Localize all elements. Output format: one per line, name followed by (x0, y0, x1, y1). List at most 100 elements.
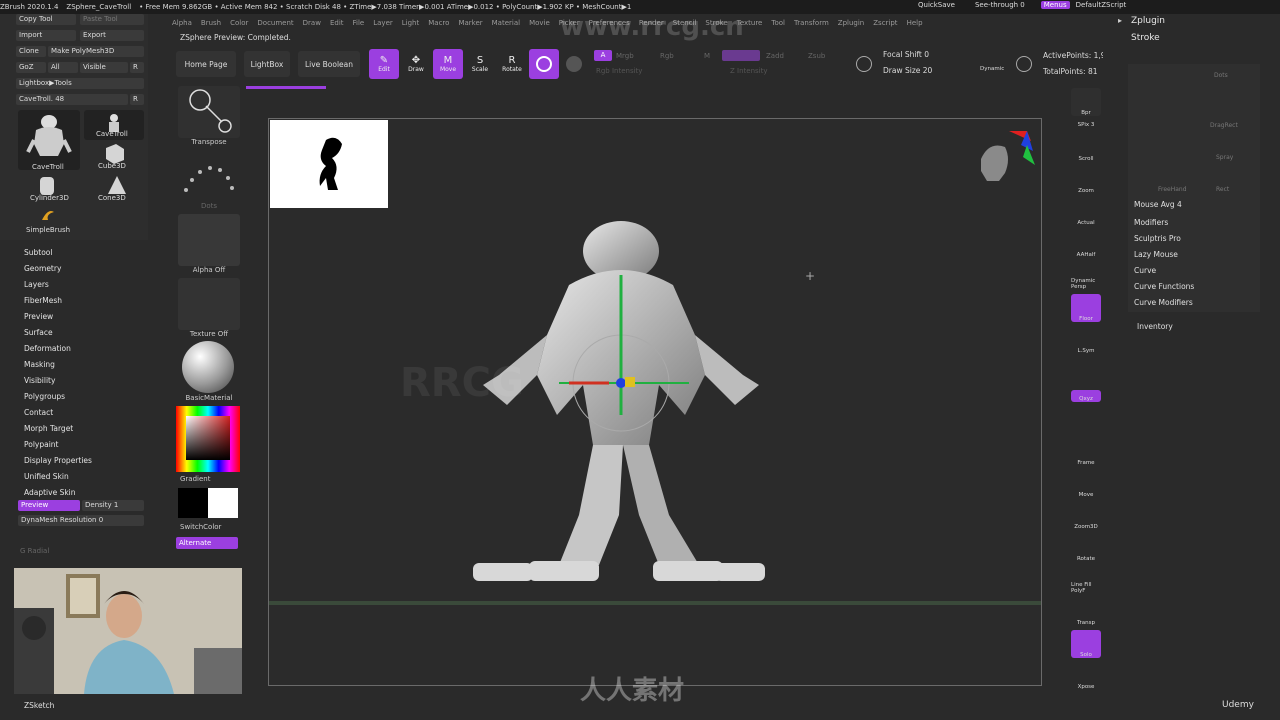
menu-tool[interactable]: Tool (771, 19, 785, 27)
menu-movie[interactable]: Movie (529, 19, 550, 27)
m-toggle[interactable]: M (704, 52, 710, 60)
subpalette-subtool[interactable]: Subtool (24, 248, 52, 257)
menu-stencil[interactable]: Stencil (673, 19, 697, 27)
secondary-color-swatch[interactable] (208, 488, 238, 518)
document-canvas[interactable]: + (268, 118, 1042, 686)
draw-mode-button[interactable]: ✥ Draw (401, 49, 431, 79)
menu-light[interactable]: Light (402, 19, 419, 27)
stroke-lazy-mouse[interactable]: Lazy Mouse (1134, 250, 1178, 259)
mrgb-toggle[interactable]: Mrgb (616, 52, 634, 60)
stroke-freehand-option[interactable]: FreeHand (1158, 186, 1187, 193)
stroke-sculptris-pro[interactable]: Sculptris Pro (1134, 234, 1181, 243)
goz-button[interactable]: GoZ (16, 62, 46, 73)
live-boolean-button[interactable]: Live Boolean (298, 51, 360, 77)
stroke-modifiers[interactable]: Modifiers (1134, 218, 1168, 227)
subpalette-geometry[interactable]: Geometry (24, 264, 61, 273)
texture-button[interactable] (178, 278, 240, 330)
home-page-button[interactable]: Home Page (176, 51, 236, 77)
color-picker-square[interactable] (186, 416, 230, 460)
tool-thumb-cavetroll-large[interactable] (18, 110, 80, 170)
stroke-curve-modifiers[interactable]: Curve Modifiers (1134, 298, 1193, 307)
lightbox-tools-button[interactable]: Lightbox▶Tools (16, 78, 144, 89)
subpalette-polypaint[interactable]: Polypaint (24, 440, 59, 449)
import-button[interactable]: Import (16, 30, 76, 41)
g-radial-slider[interactable]: G Radial (20, 547, 49, 555)
rgb-intensity-slider[interactable]: Rgb Intensity (596, 67, 642, 75)
zoom3d-button[interactable]: Zoom3D (1071, 502, 1101, 530)
rotate-view-button[interactable]: Rotate (1071, 534, 1101, 562)
menu-material[interactable]: Material (492, 19, 520, 27)
spix-slider[interactable]: SPix 3 (1071, 116, 1101, 128)
subpalette-layers[interactable]: Layers (24, 280, 49, 289)
current-tool-slider[interactable]: CaveTroll. 48 (16, 94, 128, 105)
subpalette-preview[interactable]: Preview (24, 312, 53, 321)
bpr-button[interactable]: Bpr (1071, 88, 1101, 116)
xpose-button[interactable]: Xpose (1071, 662, 1101, 690)
menu-help[interactable]: Help (907, 19, 923, 27)
subpalette-contact[interactable]: Contact (24, 408, 53, 417)
brush-button[interactable] (529, 49, 559, 79)
make-polymesh-button[interactable]: Make PolyMesh3D (48, 46, 144, 57)
aahalf-button[interactable]: AAHalf (1071, 230, 1101, 258)
z-intensity-slider[interactable]: Z Intensity (730, 67, 768, 75)
scale-mode-button[interactable]: S Scale (465, 49, 495, 79)
switch-color-button[interactable]: SwitchColor (180, 523, 221, 531)
edit-mode-button[interactable]: ✎ Edit (369, 49, 399, 79)
stroke-dragrect-option[interactable]: DragRect (1210, 122, 1238, 129)
primary-color-swatch[interactable] (178, 488, 208, 518)
zoom-button[interactable]: Zoom (1071, 166, 1101, 194)
zplugin-palette-title[interactable]: Zplugin (1131, 16, 1165, 26)
orientation-gizmo[interactable] (971, 129, 1041, 211)
menu-draw[interactable]: Draw (303, 19, 321, 27)
subpalette-masking[interactable]: Masking (24, 360, 55, 369)
stroke-rect-option[interactable]: Rect (1216, 186, 1229, 193)
subpalette-deformation[interactable]: Deformation (24, 344, 71, 353)
menu-color[interactable]: Color (230, 19, 248, 27)
menu-document[interactable]: Document (257, 19, 293, 27)
menu-zplugin[interactable]: Zplugin (838, 19, 864, 27)
menu-macro[interactable]: Macro (428, 19, 449, 27)
menu-file[interactable]: File (353, 19, 365, 27)
stroke-curve-functions[interactable]: Curve Functions (1134, 282, 1194, 291)
subpalette-display-properties[interactable]: Display Properties (24, 456, 92, 465)
goz-r-button[interactable]: R (130, 62, 144, 73)
transpose-button[interactable] (178, 86, 240, 138)
subpalette-visibility[interactable]: Visibility (24, 376, 55, 385)
solo-button[interactable]: Solo (1071, 630, 1101, 658)
zadd-toggle[interactable]: Zadd (766, 52, 784, 60)
copy-tool-button[interactable]: Copy Tool (16, 14, 76, 25)
inventory-item[interactable]: Inventory (1137, 322, 1173, 331)
floor-button[interactable]: Floor (1071, 294, 1101, 322)
menu-zscript[interactable]: Zscript (873, 19, 897, 27)
density-slider[interactable]: Density 1 (82, 500, 144, 511)
stroke-spray-option[interactable]: Spray (1216, 154, 1233, 161)
color-picker[interactable] (176, 406, 240, 472)
actual-button[interactable]: Actual (1071, 198, 1101, 226)
scroll-button[interactable]: Scroll (1071, 134, 1101, 162)
move-view-button[interactable]: Move (1071, 470, 1101, 498)
a-toggle[interactable]: A (594, 50, 612, 61)
menu-stroke[interactable]: Stroke (705, 19, 727, 27)
dynamesh-resolution-slider[interactable]: DynaMesh Resolution 0 (18, 515, 144, 526)
menu-picker[interactable]: Picker (559, 19, 580, 27)
export-button[interactable]: Export (80, 30, 144, 41)
qxyz-button[interactable]: Qxyz (1071, 390, 1101, 402)
zsub-toggle[interactable]: Zsub (808, 52, 825, 60)
alpha-button[interactable] (178, 214, 240, 266)
dynamic-toggle[interactable]: Dynamic (980, 66, 1004, 72)
see-through-slider[interactable]: See-through 0 (975, 1, 1025, 9)
focal-shift-slider[interactable]: Focal Shift 0 (883, 50, 929, 59)
polyf-button[interactable]: Line Fill PolyF (1071, 566, 1101, 594)
subpalette-unified-skin[interactable]: Unified Skin (24, 472, 69, 481)
stroke-dots-option[interactable]: Dots (1214, 72, 1228, 79)
goz-all-button[interactable]: All (48, 62, 78, 73)
menu-brush[interactable]: Brush (201, 19, 221, 27)
menu-preferences[interactable]: Preferences (589, 19, 630, 27)
menu-layer[interactable]: Layer (373, 19, 393, 27)
cave-troll-mesh[interactable] (459, 215, 779, 615)
rgb-toggle[interactable]: Rgb (660, 52, 674, 60)
adaptive-preview-button[interactable]: Preview (18, 500, 80, 511)
clone-button[interactable]: Clone (16, 46, 46, 57)
persp-button[interactable]: Dynamic Persp (1071, 262, 1101, 290)
menu-transform[interactable]: Transform (794, 19, 829, 27)
